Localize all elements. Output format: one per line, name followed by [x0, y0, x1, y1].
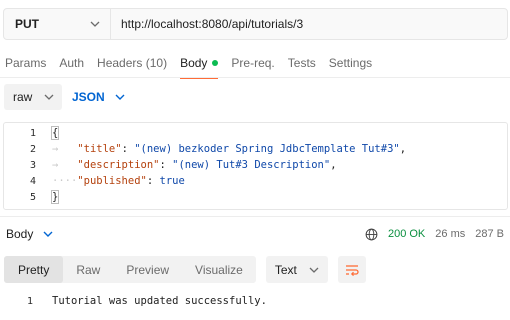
url-text: http://localhost:8080/api/tutorials/3 [121, 17, 304, 31]
line-number: 1 [26, 295, 33, 307]
tab-pre-request[interactable]: Pre-req. [231, 52, 274, 76]
response-divider [0, 216, 510, 217]
response-stats: 200 OK 26 ms 287 B [365, 228, 504, 241]
view-tab-raw[interactable]: Raw [63, 256, 113, 283]
globe-icon[interactable] [365, 228, 378, 241]
code-description-pair: → "description": "(new) Tut#3 Descriptio… [52, 159, 337, 171]
method-label: PUT [15, 17, 39, 31]
line-number: 1 [29, 127, 36, 139]
editor-line: 4 ····"published": true [4, 173, 507, 189]
editor-line: 1 { [4, 125, 507, 141]
request-url-bar: PUT http://localhost:8080/api/tutorials/… [3, 8, 508, 40]
editor-line: 2 → "title": "(new) bezkoder Spring Jdbc… [4, 141, 507, 157]
tab-headers-label: Headers (10) [97, 56, 168, 70]
json-key: "published" [77, 175, 147, 187]
code-title-pair: → "title": "(new) bezkoder Spring JdbcTe… [52, 143, 407, 155]
view-tab-preview[interactable]: Preview [113, 256, 182, 283]
tab-body[interactable]: Body [180, 52, 219, 79]
view-tab-label: Visualize [195, 262, 243, 277]
body-format-select[interactable]: JSON [72, 90, 125, 104]
chevron-down-icon [43, 231, 53, 237]
view-tab-label: Preview [126, 262, 170, 277]
json-trail: , [330, 159, 337, 171]
response-time[interactable]: 26 ms [435, 228, 465, 240]
json-value: "(new) Tut#3 Description" [172, 159, 331, 171]
chevron-down-icon [309, 267, 319, 273]
view-tab-pretty[interactable]: Pretty [4, 256, 64, 283]
response-title: Body [6, 227, 34, 241]
response-format-select[interactable]: Text [265, 256, 328, 283]
status-code[interactable]: 200 OK [388, 228, 425, 240]
json-key: "title" [77, 143, 122, 155]
view-tab-visualize[interactable]: Visualize [182, 256, 256, 283]
json-key: "description" [77, 159, 160, 171]
chevron-down-icon [115, 94, 125, 100]
body-mode-select[interactable]: raw [4, 84, 62, 110]
view-tab-label: Pretty [18, 262, 50, 277]
line-number: 5 [29, 191, 36, 203]
tab-settings[interactable]: Settings [329, 52, 372, 76]
code-published-pair: ····"published": true [52, 175, 185, 187]
code-open-brace: { [50, 126, 60, 140]
tab-body-label: Body [180, 56, 208, 70]
json-value: "(new) bezkoder Spring JdbcTemplate Tut#… [134, 143, 400, 155]
response-header: Body 200 OK 26 ms 287 B [0, 224, 510, 244]
tabs-divider [0, 77, 510, 78]
chevron-down-icon [90, 21, 100, 27]
url-input[interactable]: http://localhost:8080/api/tutorials/3 [111, 9, 507, 39]
request-tabs: Params Auth Headers (10) Body Pre-req. T… [0, 52, 510, 79]
code-close-brace: } [50, 190, 60, 204]
tab-pre-request-label: Pre-req. [231, 56, 275, 70]
response-format-label: Text [274, 262, 297, 277]
line-number: 2 [29, 143, 36, 155]
tab-auth[interactable]: Auth [59, 52, 84, 76]
tab-params-label: Params [5, 56, 47, 70]
chevron-down-icon [44, 94, 54, 100]
body-format-label: JSON [72, 90, 105, 104]
response-section-toggle[interactable]: Body [6, 227, 53, 241]
json-value: true [159, 175, 185, 187]
wrap-lines-button[interactable] [337, 256, 366, 283]
tab-headers[interactable]: Headers (10) [97, 52, 167, 76]
response-body-text: Tutorial was updated successfully. [52, 295, 267, 307]
request-body-editor[interactable]: 1 { 2 → "title": "(new) bezkoder Spring … [3, 122, 508, 210]
view-mode-group: Pretty Raw Preview Visualize [4, 256, 256, 283]
response-body-line: 1 Tutorial was updated successfully. [0, 293, 510, 309]
tab-settings-label: Settings [328, 56, 373, 70]
json-trail: , [399, 143, 407, 155]
editor-line: 3 → "description": "(new) Tut#3 Descript… [4, 157, 507, 173]
body-options: raw JSON [4, 84, 125, 110]
view-tab-label: Raw [76, 262, 101, 277]
method-select[interactable]: PUT [4, 9, 111, 39]
tab-auth-label: Auth [59, 56, 85, 70]
editor-line: 5 } [4, 189, 507, 205]
wrap-lines-icon [345, 264, 359, 276]
tab-tests[interactable]: Tests [288, 52, 316, 76]
response-view-tabs: Pretty Raw Preview Visualize Text [4, 256, 366, 283]
tab-tests-label: Tests [287, 56, 316, 70]
body-mode-label: raw [13, 90, 33, 104]
response-size[interactable]: 287 B [475, 228, 504, 240]
line-number: 4 [29, 175, 36, 187]
line-number: 3 [29, 159, 36, 171]
tab-params[interactable]: Params [5, 52, 46, 76]
body-active-dot-icon [212, 59, 219, 66]
